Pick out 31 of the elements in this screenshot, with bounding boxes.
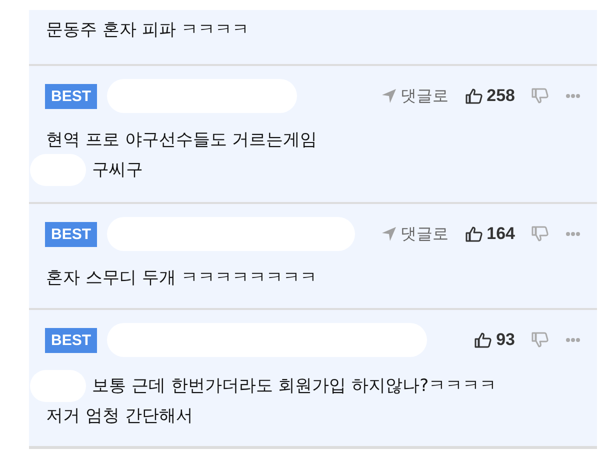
- best-badge: BEST: [45, 222, 98, 246]
- send-icon: [380, 226, 397, 242]
- best-badge: BEST: [45, 328, 98, 352]
- comment-text: 혼자 스무디 두개 ㅋㅋㅋㅋㅋㅋㅋㅋ: [46, 267, 318, 290]
- thumbs-up-icon: [474, 331, 492, 349]
- like-button[interactable]: 164: [464, 224, 515, 244]
- comment-text: 보통 근데 한번가더라도 회원가입 하지않나?ㅋㅋㅋㅋ: [92, 375, 497, 398]
- more-button[interactable]: [565, 231, 581, 237]
- thumbs-up-icon: [464, 87, 483, 105]
- comment-text: 현역 프로 야구선수들도 거르는게임: [46, 129, 318, 152]
- dislike-button[interactable]: [531, 225, 549, 243]
- dislike-button[interactable]: [531, 331, 549, 349]
- thumbs-down-icon: [531, 331, 549, 349]
- send-icon: [380, 88, 397, 104]
- reply-button[interactable]: 댓글로: [380, 86, 449, 106]
- more-button[interactable]: [565, 93, 581, 99]
- comment-text: 저거 엄청 간단해서: [46, 405, 193, 428]
- like-button[interactable]: 258: [464, 86, 515, 106]
- thumbs-down-icon: [531, 225, 549, 243]
- comment-text: 문동주 혼자 피파 ㅋㅋㅋㅋ: [46, 19, 250, 42]
- more-icon: [565, 231, 581, 237]
- dislike-button[interactable]: [531, 87, 549, 105]
- best-badge: BEST: [45, 84, 98, 108]
- thumbs-up-icon: [464, 225, 483, 243]
- more-icon: [565, 93, 581, 99]
- like-button[interactable]: 93: [474, 330, 515, 350]
- more-button[interactable]: [565, 337, 581, 343]
- more-icon: [565, 337, 581, 343]
- comment-text: 구씨구: [92, 159, 143, 182]
- thumbs-down-icon: [531, 87, 549, 105]
- reply-button[interactable]: 댓글로: [380, 224, 449, 244]
